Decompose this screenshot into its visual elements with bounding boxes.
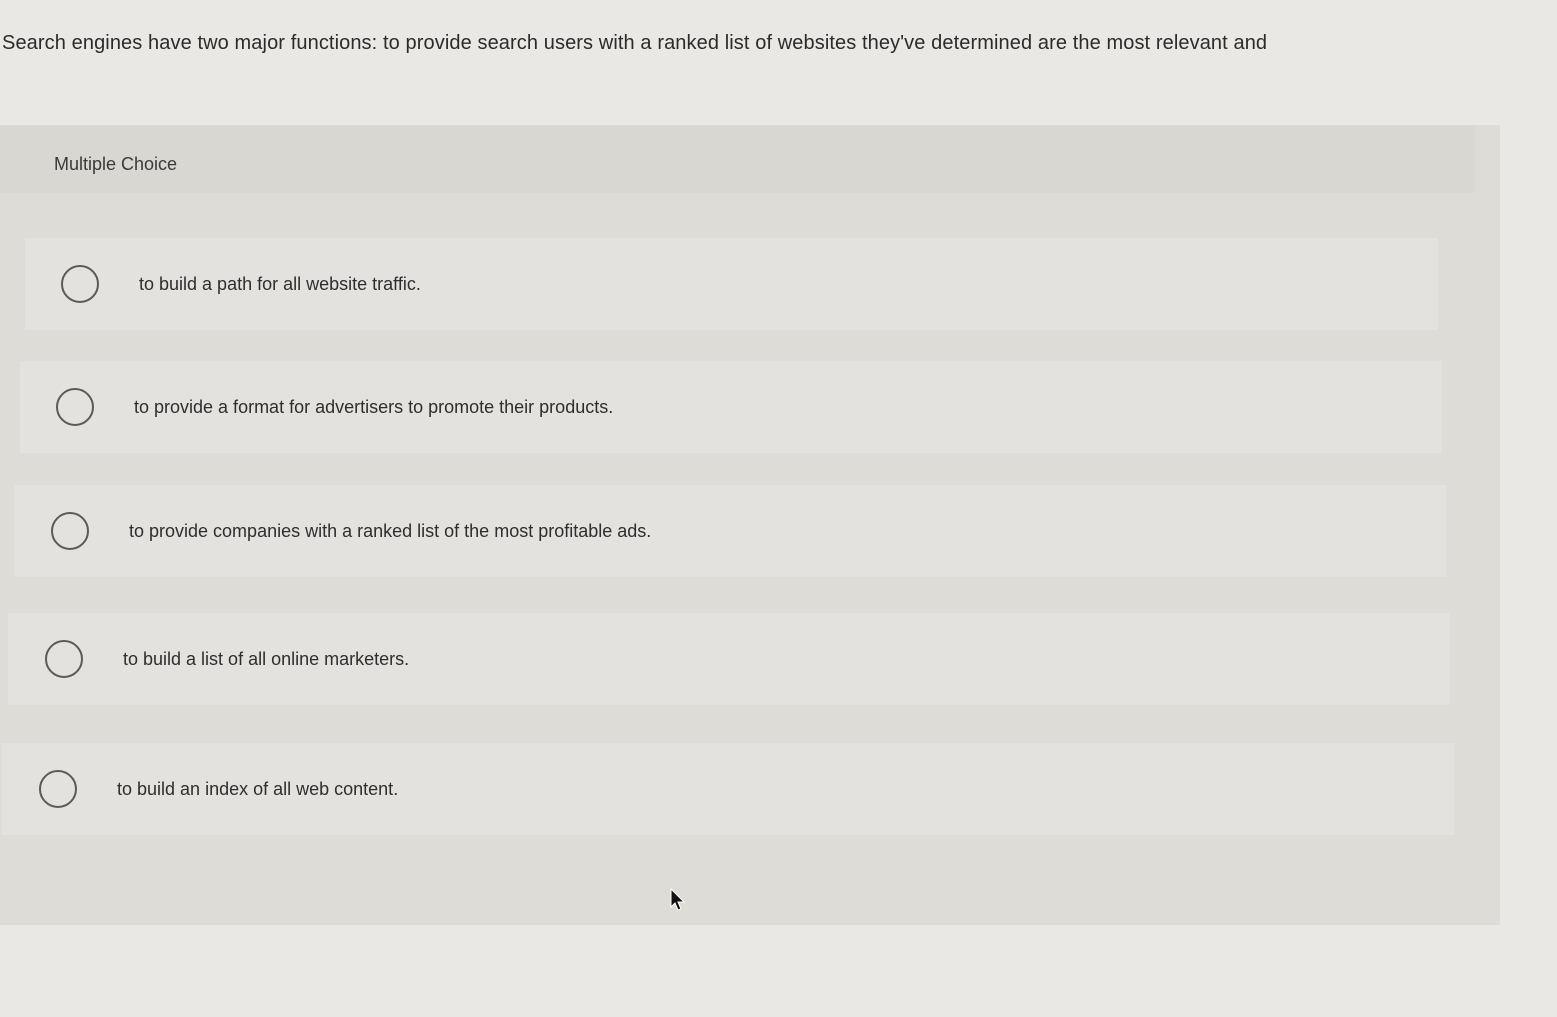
answer-option-2[interactable]: to provide a format for advertisers to p… xyxy=(20,361,1442,453)
radio-button-icon[interactable] xyxy=(56,388,94,426)
mouse-pointer-icon xyxy=(670,888,686,911)
answer-option-label: to provide a format for advertisers to p… xyxy=(134,396,614,417)
radio-button-icon[interactable] xyxy=(39,770,77,808)
answer-option-3[interactable]: to provide companies with a ranked list … xyxy=(14,485,1446,577)
answer-option-4[interactable]: to build a list of all online marketers. xyxy=(8,613,1450,705)
answer-option-label: to build a path for all website traffic. xyxy=(139,273,421,294)
answer-option-5[interactable]: to build an index of all web content. xyxy=(2,743,1454,835)
answer-option-label: to provide companies with a ranked list … xyxy=(129,520,652,541)
radio-button-icon[interactable] xyxy=(61,265,99,303)
multiple-choice-panel: Multiple Choice to build a path for all … xyxy=(0,125,1500,925)
answer-option-label: to build a list of all online marketers. xyxy=(123,648,410,669)
quiz-page: Search engines have two major functions:… xyxy=(0,0,1557,1017)
question-text: Search engines have two major functions:… xyxy=(2,32,1268,54)
multiple-choice-label: Multiple Choice xyxy=(54,154,178,174)
answer-option-1[interactable]: to build a path for all website traffic. xyxy=(25,238,1438,330)
answer-option-label: to build an index of all web content. xyxy=(117,778,399,799)
radio-button-icon[interactable] xyxy=(51,512,89,550)
radio-button-icon[interactable] xyxy=(45,640,83,678)
panel-header: Multiple Choice xyxy=(0,125,1475,193)
